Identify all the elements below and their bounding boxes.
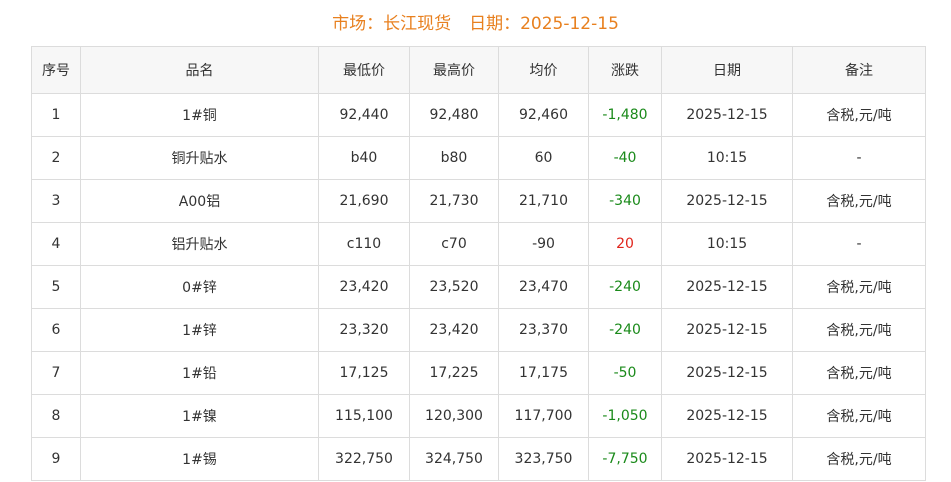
cell-index: 3 xyxy=(31,179,81,223)
cell-change: -50 xyxy=(588,351,662,395)
cell-change: -240 xyxy=(588,308,662,352)
cell-change: -40 xyxy=(588,136,662,180)
cell-high-price: 324,750 xyxy=(409,437,499,481)
table-row: 2 铜升贴水 b40 b80 60 -40 10:15- xyxy=(31,136,926,180)
cell-avg-price: 17,175 xyxy=(498,351,589,395)
cell-note: - xyxy=(792,136,926,180)
cell-index: 8 xyxy=(31,394,81,438)
price-table: 序号 品名 最低价 最高价 均价 涨跌 日期 备注 1 1#铜 92,440 92,4… xyxy=(31,46,926,481)
cell-date: 2025-12-15 xyxy=(661,308,793,352)
cell-high-price: 23,420 xyxy=(409,308,499,352)
cell-avg-price: 23,370 xyxy=(498,308,589,352)
table-row: 4 铝升贴水 c110 c70 -90 20 10:15- xyxy=(31,222,926,266)
cell-date: 2025-12-15 xyxy=(661,437,793,481)
cell-change: -7,750 xyxy=(588,437,662,481)
cell-avg-price: 23,470 xyxy=(498,265,589,309)
column-header-index: 序号 xyxy=(31,46,81,94)
cell-index: 7 xyxy=(31,351,81,395)
table-row: 7 1#铅 17,125 17,225 17,175 -50 2025-12-15 含税,元/… xyxy=(31,351,926,395)
cell-low-price: 21,690 xyxy=(318,179,410,223)
cell-name: 1#锌 xyxy=(80,308,319,352)
cell-note: 含税,元/吨 xyxy=(792,265,926,309)
column-header-change: 涨跌 xyxy=(588,46,662,94)
table-row: 9 1#锡 322,750 324,750 323,750 -7,750 2025-12-1… xyxy=(31,437,926,481)
cell-high-price: 23,520 xyxy=(409,265,499,309)
cell-low-price: c110 xyxy=(318,222,410,266)
cell-avg-price: -90 xyxy=(498,222,589,266)
cell-index: 6 xyxy=(31,308,81,352)
cell-date: 2025-12-15 xyxy=(661,265,793,309)
cell-high-price: 92,480 xyxy=(409,93,499,137)
cell-name: 0#锌 xyxy=(80,265,319,309)
cell-note: - xyxy=(792,222,926,266)
cell-avg-price: 323,750 xyxy=(498,437,589,481)
cell-name: 1#镍 xyxy=(80,394,319,438)
cell-high-price: 120,300 xyxy=(409,394,499,438)
market-label: 市场：长江现货 xyxy=(332,14,452,34)
table-row: 6 1#锌 23,320 23,420 23,370 -240 2025-12-15 含税,元… xyxy=(31,308,926,352)
cell-avg-price: 21,710 xyxy=(498,179,589,223)
cell-index: 5 xyxy=(31,265,81,309)
table-row: 5 0#锌 23,420 23,520 23,470 -240 2025-12-15 含税,元… xyxy=(31,265,926,309)
cell-change: -1,480 xyxy=(588,93,662,137)
cell-avg-price: 60 xyxy=(498,136,589,180)
cell-high-price: 17,225 xyxy=(409,351,499,395)
table-body: 1 1#铜 92,440 92,480 92,460 -1,480 2025-12-15 含税… xyxy=(31,93,926,481)
cell-name: 1#铅 xyxy=(80,351,319,395)
column-header-name: 品名 xyxy=(80,46,319,94)
cell-note: 含税,元/吨 xyxy=(792,394,926,438)
cell-low-price: 115,100 xyxy=(318,394,410,438)
cell-change: -1,050 xyxy=(588,394,662,438)
cell-avg-price: 117,700 xyxy=(498,394,589,438)
cell-name: 1#锡 xyxy=(80,437,319,481)
table-row: 3 A00铝 21,690 21,730 21,710 -340 2025-12-15 含税,… xyxy=(31,179,926,223)
column-header-avg: 均价 xyxy=(498,46,589,94)
table-row: 8 1#镍 115,100 120,300 117,700 -1,050 2025-12-1… xyxy=(31,394,926,438)
date-label: 日期：2025-12-15 xyxy=(469,14,619,34)
cell-date: 10:15 xyxy=(661,222,793,266)
cell-date: 2025-12-15 xyxy=(661,179,793,223)
cell-high-price: c70 xyxy=(409,222,499,266)
column-header-date: 日期 xyxy=(661,46,793,94)
cell-index: 1 xyxy=(31,93,81,137)
cell-note: 含税,元/吨 xyxy=(792,437,926,481)
cell-high-price: b80 xyxy=(409,136,499,180)
cell-date: 2025-12-15 xyxy=(661,351,793,395)
cell-index: 4 xyxy=(31,222,81,266)
page-title: 市场：长江现货 日期：2025-12-15 xyxy=(0,12,951,36)
cell-change: -240 xyxy=(588,265,662,309)
column-header-note: 备注 xyxy=(792,46,926,94)
column-header-high: 最高价 xyxy=(409,46,499,94)
column-header-low: 最低价 xyxy=(318,46,410,94)
cell-date: 10:15 xyxy=(661,136,793,180)
cell-index: 9 xyxy=(31,437,81,481)
cell-low-price: 23,320 xyxy=(318,308,410,352)
cell-low-price: 17,125 xyxy=(318,351,410,395)
cell-low-price: 23,420 xyxy=(318,265,410,309)
cell-date: 2025-12-15 xyxy=(661,93,793,137)
cell-low-price: b40 xyxy=(318,136,410,180)
cell-date: 2025-12-15 xyxy=(661,394,793,438)
cell-name: 1#铜 xyxy=(80,93,319,137)
cell-name: 铝升贴水 xyxy=(80,222,319,266)
cell-index: 2 xyxy=(31,136,81,180)
cell-note: 含税,元/吨 xyxy=(792,351,926,395)
cell-avg-price: 92,460 xyxy=(498,93,589,137)
cell-note: 含税,元/吨 xyxy=(792,308,926,352)
table-row: 1 1#铜 92,440 92,480 92,460 -1,480 2025-12-15 含税… xyxy=(31,93,926,137)
cell-low-price: 322,750 xyxy=(318,437,410,481)
table-header-row: 序号 品名 最低价 最高价 均价 涨跌 日期 备注 xyxy=(31,46,926,94)
cell-high-price: 21,730 xyxy=(409,179,499,223)
cell-low-price: 92,440 xyxy=(318,93,410,137)
cell-change: -340 xyxy=(588,179,662,223)
cell-name: 铜升贴水 xyxy=(80,136,319,180)
cell-note: 含税,元/吨 xyxy=(792,93,926,137)
cell-change: 20 xyxy=(588,222,662,266)
cell-note: 含税,元/吨 xyxy=(792,179,926,223)
cell-name: A00铝 xyxy=(80,179,319,223)
